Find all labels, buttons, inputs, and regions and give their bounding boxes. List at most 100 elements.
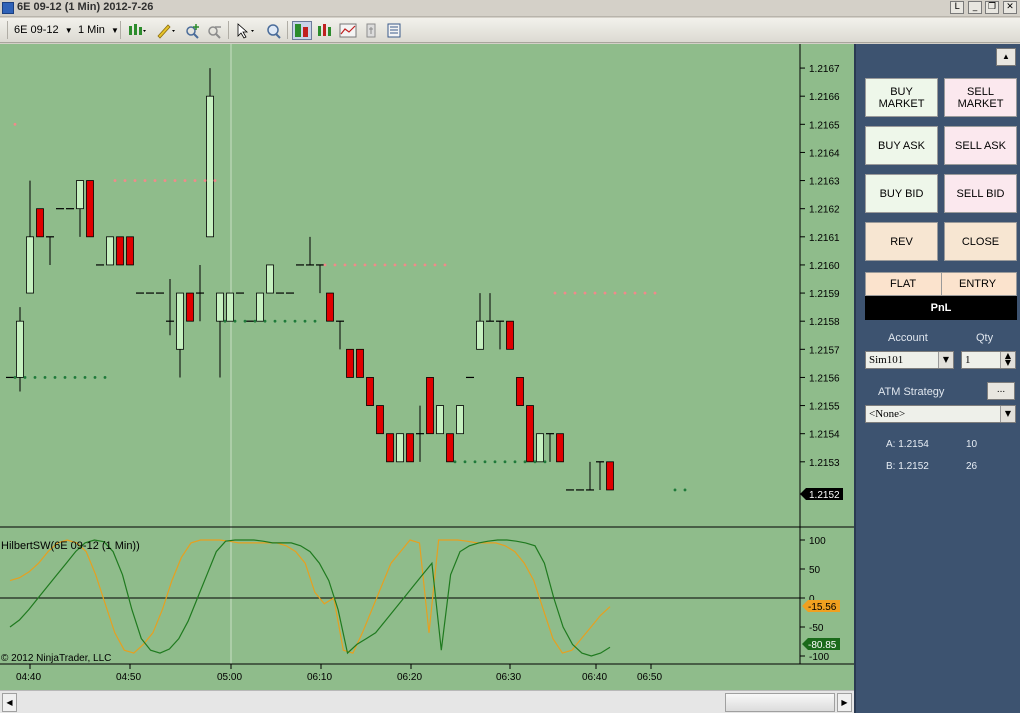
price-tick-label: 1.2158 (809, 317, 840, 328)
chart-trader-icon[interactable] (292, 21, 312, 40)
support-dot (43, 376, 47, 379)
resistance-dot (173, 179, 177, 182)
pnl-display: PnL (865, 296, 1017, 320)
interval-dropdown[interactable]: 1 Min ▼ (78, 22, 119, 39)
atm-strategy-select[interactable]: <None> ▼ (865, 405, 1016, 423)
instrument-dropdown[interactable]: 6E 09-12 ▼ (14, 22, 73, 39)
reverse-button[interactable]: REV (865, 222, 938, 261)
magnifier-icon[interactable] (263, 21, 283, 40)
window-title: 6E 09-12 (1 Min) 2012-7-26 (17, 1, 154, 13)
support-dot (263, 319, 267, 323)
data-series-icon[interactable] (315, 21, 335, 40)
close-position-button[interactable]: CLOSE (944, 222, 1017, 261)
bid-size: 26 (966, 461, 978, 472)
minimize-button[interactable]: _ (968, 1, 982, 14)
support-dot (243, 319, 247, 323)
down-candle (186, 292, 194, 322)
scroll-right-icon[interactable]: ▶ (837, 693, 852, 712)
restore-button[interactable]: ❐ (985, 1, 999, 14)
support-dot (523, 460, 527, 464)
time-tick-label: 04:50 (116, 672, 141, 683)
resistance-dot (653, 291, 657, 295)
collapse-panel-icon[interactable]: ▲ (996, 48, 1016, 66)
time-tick-label: 04:40 (16, 672, 41, 683)
quantity-stepper[interactable]: 1 ▲ ▼ (961, 351, 1016, 369)
support-dot (313, 319, 317, 323)
horizontal-scrollbar[interactable]: ◀ ▶ (0, 690, 854, 713)
chart-window: 6E 09-12 (1 Min) 2012-7-26 L _ ❐ ✕ 6E 09… (0, 0, 1020, 713)
cursor-icon[interactable] (234, 21, 254, 40)
time-tick-label: 05:00 (217, 672, 242, 683)
support-dot (453, 460, 457, 464)
position-status: FLAT ENTRY (865, 272, 1017, 296)
chart-toolbar: 6E 09-12 ▼ 1 Min ▼ (0, 18, 1020, 43)
support-dot (273, 319, 277, 323)
down-candle (366, 377, 374, 406)
resistance-dot (333, 263, 337, 267)
down-candle (526, 405, 534, 463)
support-dot (103, 376, 107, 379)
properties-icon[interactable] (384, 21, 404, 40)
up-candle (256, 292, 264, 322)
down-candle (606, 461, 614, 491)
support-dot (73, 376, 77, 379)
down-candle (86, 180, 94, 238)
price-tick-label: 1.2160 (809, 261, 840, 272)
zoom-out-icon[interactable] (204, 21, 224, 40)
account-value: Sim101 (869, 354, 904, 366)
time-tick-label: 06:30 (496, 672, 521, 683)
price-tick-label: 1.2155 (809, 402, 840, 413)
down-candle (556, 433, 564, 463)
close-window-button[interactable]: ✕ (1003, 1, 1017, 14)
buy-market-button[interactable]: BUY MARKET (865, 78, 938, 117)
resistance-dot (13, 122, 17, 126)
ask-price: A: 1.2154 (886, 439, 929, 450)
price-tick-label: 1.2162 (809, 205, 840, 216)
indicator-title: HilbertSW(6E 09-12 (1 Min)) (1, 540, 140, 552)
price-tick-label: 1.2157 (809, 345, 840, 356)
zoom-in-icon[interactable] (182, 21, 202, 40)
resistance-dot (403, 263, 407, 267)
resistance-dot (573, 291, 577, 295)
resistance-dot (133, 179, 137, 182)
buy-bid-button[interactable]: BUY BID (865, 174, 938, 213)
last-price-label: 1.2152 (809, 490, 840, 501)
resistance-dot (183, 179, 187, 182)
support-dot (673, 488, 677, 492)
price-chart[interactable]: 1.2167 1.2166 1.2165 1.2164 1.2163 1.2162 1.21… (0, 44, 854, 690)
down-candle (406, 433, 414, 463)
account-select[interactable]: Sim101 ▼ (865, 351, 954, 369)
lead-sine-line (9, 539, 611, 654)
scroll-left-icon[interactable]: ◀ (2, 693, 17, 712)
candle-series (6, 68, 614, 491)
down-candle (326, 292, 334, 322)
up-candle (226, 292, 234, 322)
up-candle (26, 236, 34, 294)
strategies-icon[interactable] (361, 21, 381, 40)
time-axis: 04:40 04:50 05:00 06:10 06:20 06:30 06:40 06:50 (0, 663, 854, 683)
resistance-dot (363, 263, 367, 267)
atm-strategy-button[interactable]: ... (987, 382, 1015, 400)
bar-style-icon[interactable] (126, 21, 146, 40)
sell-market-button[interactable]: SELL MARKET (944, 78, 1017, 117)
support-dot (483, 460, 487, 464)
support-dot (253, 319, 257, 323)
support-dot (283, 319, 287, 323)
resistance-dot (443, 263, 447, 267)
up-candle (76, 180, 84, 210)
title-bar: 6E 09-12 (1 Min) 2012-7-26 L _ ❐ ✕ (0, 0, 1020, 17)
buy-ask-button[interactable]: BUY ASK (865, 126, 938, 165)
indicators-icon[interactable] (338, 21, 358, 40)
draw-pencil-icon[interactable] (154, 21, 175, 40)
up-candle (206, 95, 214, 238)
up-candle (216, 292, 224, 322)
sell-bid-button[interactable]: SELL BID (944, 174, 1017, 213)
support-dot (93, 376, 97, 379)
resistance-dot (383, 263, 387, 267)
link-button[interactable]: L (950, 1, 964, 14)
scroll-thumb[interactable] (725, 693, 835, 712)
support-dot (503, 460, 507, 464)
sell-ask-button[interactable]: SELL ASK (944, 126, 1017, 165)
spin-arrows-icon[interactable]: ▲ ▼ (1000, 352, 1015, 368)
support-dot (83, 376, 87, 379)
